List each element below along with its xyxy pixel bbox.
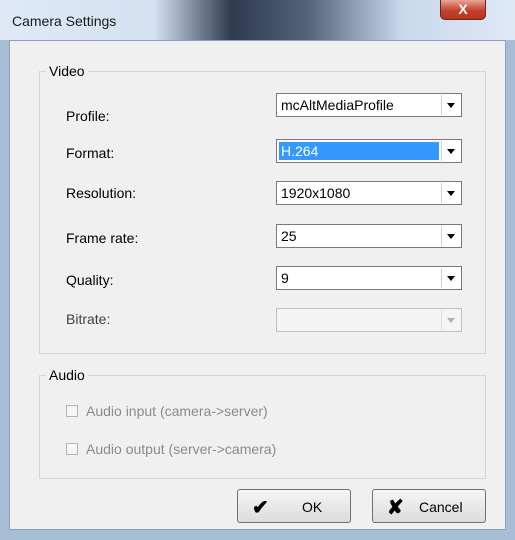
- bitrate-label: Bitrate:: [66, 311, 111, 327]
- resolution-select[interactable]: 1920x1080: [276, 181, 462, 205]
- chevron-down-icon[interactable]: [441, 268, 460, 288]
- close-button[interactable]: X: [440, 0, 486, 20]
- frame-rate-select[interactable]: 25: [276, 224, 462, 248]
- format-value: H.264: [279, 142, 439, 160]
- resolution-value: 1920x1080: [281, 185, 351, 201]
- quality-select[interactable]: 9: [276, 266, 462, 290]
- cancel-button-label: Cancel: [419, 499, 463, 515]
- resolution-label: Resolution:: [66, 185, 137, 201]
- chevron-down-icon: [441, 310, 460, 330]
- quality-value: 9: [281, 270, 289, 286]
- audio-output-checkbox[interactable]: [66, 443, 78, 455]
- x-icon: ✘: [387, 497, 404, 519]
- chevron-down-icon[interactable]: [441, 226, 460, 246]
- audio-group: Audio: [39, 367, 486, 479]
- quality-label: Quality:: [66, 272, 114, 288]
- bitrate-select: [276, 308, 462, 332]
- audio-output-label: Audio output (server->camera): [86, 441, 277, 457]
- audio-input-checkbox[interactable]: [66, 405, 78, 417]
- chevron-down-icon[interactable]: [441, 95, 460, 115]
- format-label: Format:: [66, 145, 115, 161]
- format-select[interactable]: H.264: [276, 139, 462, 163]
- video-group-legend: Video: [46, 63, 88, 79]
- dialog-body: Video Profile: mcAltMediaProfile Format:…: [9, 40, 506, 530]
- ok-button-label: OK: [302, 499, 323, 515]
- title-bar[interactable]: Camera Settings X: [0, 0, 515, 40]
- profile-select[interactable]: mcAltMediaProfile: [276, 93, 462, 117]
- audio-output-checkbox-row: Audio output (server->camera): [66, 441, 326, 459]
- close-icon: X: [458, 1, 468, 17]
- audio-input-checkbox-row: Audio input (camera->server): [66, 403, 326, 421]
- profile-label: Profile:: [66, 108, 110, 124]
- profile-value: mcAltMediaProfile: [281, 97, 394, 113]
- ok-button[interactable]: ✔ OK: [237, 489, 351, 523]
- audio-input-label: Audio input (camera->server): [86, 403, 268, 419]
- chevron-down-icon[interactable]: [441, 141, 460, 161]
- camera-settings-window: Camera Settings X Video Profile: mcAltMe…: [0, 0, 515, 540]
- audio-group-legend: Audio: [46, 367, 88, 383]
- checkmark-icon: ✔: [252, 497, 269, 519]
- chevron-down-icon[interactable]: [441, 183, 460, 203]
- window-title: Camera Settings: [12, 13, 117, 29]
- cancel-button[interactable]: ✘ Cancel: [372, 489, 486, 523]
- frame-rate-label: Frame rate:: [66, 230, 139, 246]
- frame-rate-value: 25: [281, 228, 297, 244]
